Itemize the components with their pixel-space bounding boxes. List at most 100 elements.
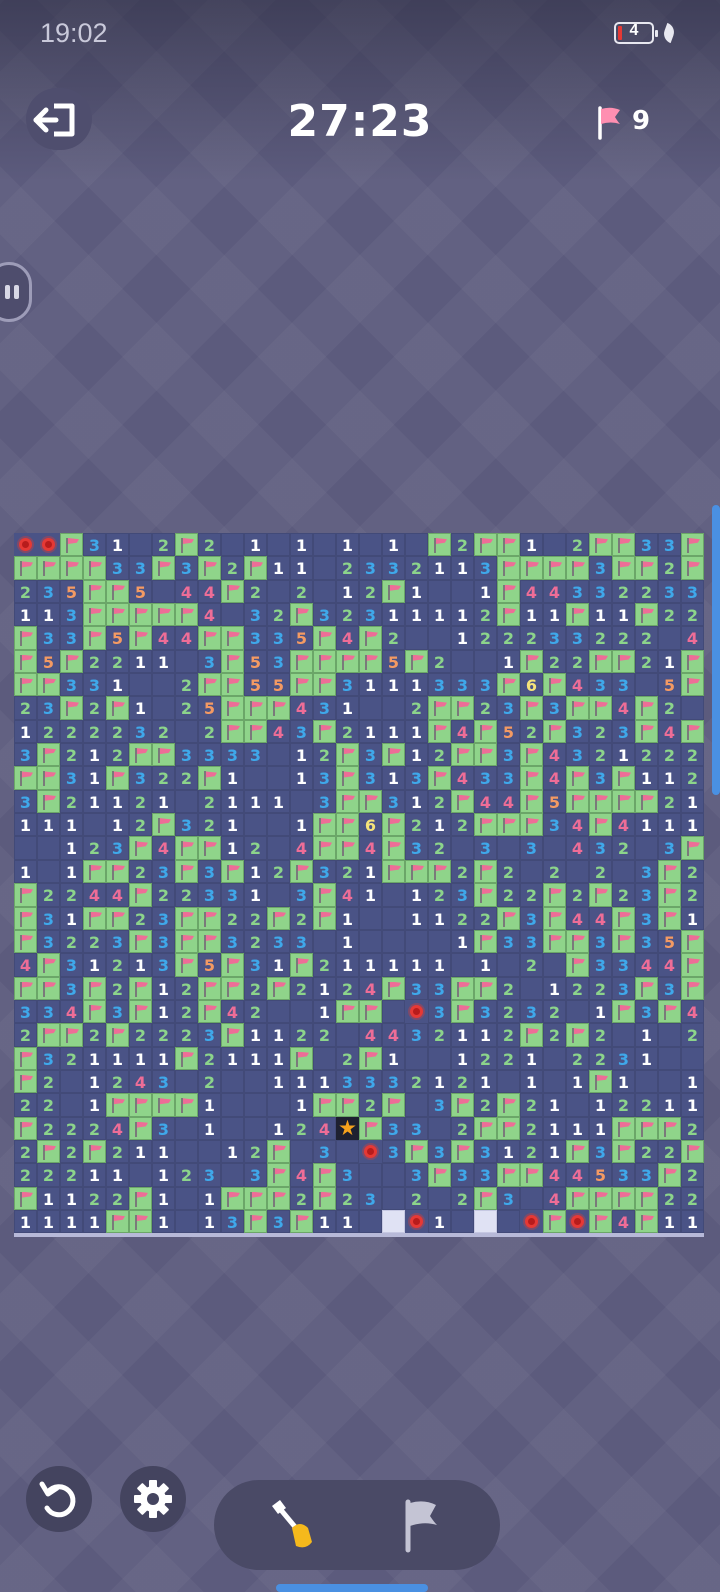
empty-cell[interactable]: [313, 533, 336, 557]
flagged-cell[interactable]: [520, 813, 543, 837]
number-cell[interactable]: 2: [612, 1093, 635, 1117]
flagged-cell[interactable]: [198, 766, 221, 790]
number-cell[interactable]: 3: [428, 1139, 451, 1164]
number-cell[interactable]: 2: [520, 953, 543, 977]
flagged-cell[interactable]: [359, 626, 382, 650]
number-cell[interactable]: 2: [106, 649, 129, 674]
empty-cell[interactable]: [520, 976, 543, 1000]
number-cell[interactable]: 2: [14, 696, 37, 720]
flagged-cell[interactable]: [221, 1186, 244, 1210]
number-cell[interactable]: 3: [83, 673, 106, 697]
flagged-cell[interactable]: [520, 696, 543, 720]
number-cell[interactable]: 2: [543, 859, 566, 884]
number-cell[interactable]: 4: [198, 579, 221, 604]
number-cell[interactable]: 3: [474, 673, 497, 697]
empty-cell[interactable]: [566, 859, 589, 884]
number-cell[interactable]: 1: [290, 743, 313, 767]
flagged-cell[interactable]: [658, 999, 681, 1024]
number-cell[interactable]: 2: [474, 1093, 497, 1117]
number-cell[interactable]: 1: [612, 603, 635, 627]
flagged-cell[interactable]: [14, 1186, 37, 1210]
flagged-cell[interactable]: [658, 1163, 681, 1187]
flagged-cell[interactable]: [198, 556, 221, 580]
number-cell[interactable]: 1: [658, 813, 681, 837]
settings-button[interactable]: [120, 1466, 186, 1532]
number-cell[interactable]: 1: [60, 906, 83, 930]
flag-mode-button[interactable]: [390, 1492, 456, 1558]
number-cell[interactable]: 4: [612, 696, 635, 720]
number-cell[interactable]: 2: [83, 1186, 106, 1210]
number-cell[interactable]: 4: [175, 626, 198, 650]
number-cell[interactable]: 1: [152, 1139, 175, 1164]
number-cell[interactable]: 1: [106, 1163, 129, 1187]
number-cell[interactable]: 3: [612, 976, 635, 1000]
number-cell[interactable]: 3: [198, 743, 221, 767]
number-cell[interactable]: 3: [589, 766, 612, 790]
number-cell[interactable]: 3: [428, 999, 451, 1024]
number-cell[interactable]: 2: [520, 626, 543, 650]
flagged-cell[interactable]: [428, 696, 451, 720]
number-cell[interactable]: 1: [589, 999, 612, 1024]
number-cell[interactable]: 3: [336, 673, 359, 697]
empty-cell[interactable]: [428, 1046, 451, 1070]
flagged-cell[interactable]: [244, 719, 267, 744]
flagged-cell[interactable]: [175, 836, 198, 860]
number-cell[interactable]: 2: [14, 1093, 37, 1117]
number-cell[interactable]: 3: [175, 743, 198, 767]
number-cell[interactable]: 2: [83, 719, 106, 744]
number-cell[interactable]: 3: [152, 1116, 175, 1140]
flagged-cell[interactable]: [37, 789, 60, 814]
empty-cell[interactable]: [313, 579, 336, 604]
number-cell[interactable]: 4: [83, 883, 106, 907]
empty-cell[interactable]: [129, 673, 152, 697]
number-cell[interactable]: 4: [106, 883, 129, 907]
number-cell[interactable]: 1: [267, 1023, 290, 1047]
number-cell[interactable]: 3: [566, 579, 589, 604]
number-cell[interactable]: 1: [152, 976, 175, 1000]
empty-cell[interactable]: [244, 813, 267, 837]
number-cell[interactable]: 3: [313, 789, 336, 814]
flagged-cell[interactable]: [543, 906, 566, 930]
flagged-cell[interactable]: [129, 1186, 152, 1210]
flagged-cell[interactable]: [589, 1186, 612, 1210]
number-cell[interactable]: 1: [497, 649, 520, 674]
number-cell[interactable]: 1: [290, 766, 313, 790]
number-cell[interactable]: 3: [474, 1163, 497, 1187]
empty-cell[interactable]: [244, 1093, 267, 1117]
number-cell[interactable]: 1: [451, 626, 474, 650]
flagged-cell[interactable]: [336, 1093, 359, 1117]
empty-cell[interactable]: [382, 1163, 405, 1187]
number-cell[interactable]: 1: [83, 766, 106, 790]
number-cell[interactable]: 2: [382, 626, 405, 650]
number-cell[interactable]: 4: [566, 906, 589, 930]
number-cell[interactable]: 3: [359, 1069, 382, 1094]
flagged-cell[interactable]: [267, 1163, 290, 1187]
flagged-cell[interactable]: [635, 556, 658, 580]
number-cell[interactable]: 2: [428, 789, 451, 814]
flagged-cell[interactable]: [474, 1116, 497, 1140]
number-cell[interactable]: 1: [129, 649, 152, 674]
empty-cell[interactable]: [612, 859, 635, 884]
flagged-cell[interactable]: [221, 696, 244, 720]
number-cell[interactable]: 3: [60, 603, 83, 627]
number-cell[interactable]: 3: [37, 626, 60, 650]
number-cell[interactable]: 3: [451, 883, 474, 907]
restart-button[interactable]: [26, 1466, 92, 1532]
number-cell[interactable]: 4: [152, 836, 175, 860]
empty-cell[interactable]: [267, 883, 290, 907]
empty-cell[interactable]: [451, 1209, 474, 1234]
flagged-cell[interactable]: [589, 1069, 612, 1094]
number-cell[interactable]: 1: [244, 789, 267, 814]
number-cell[interactable]: 2: [37, 1163, 60, 1187]
flagged-cell[interactable]: [497, 813, 520, 837]
empty-cell[interactable]: [175, 789, 198, 814]
flagged-cell[interactable]: [497, 906, 520, 930]
number-cell[interactable]: 4: [60, 999, 83, 1024]
number-cell[interactable]: 1: [14, 1209, 37, 1234]
number-cell[interactable]: 3: [474, 556, 497, 580]
empty-cell[interactable]: [267, 743, 290, 767]
flagged-cell[interactable]: [428, 719, 451, 744]
empty-cell[interactable]: [37, 859, 60, 884]
empty-cell[interactable]: [612, 1023, 635, 1047]
flagged-cell[interactable]: [520, 1163, 543, 1187]
